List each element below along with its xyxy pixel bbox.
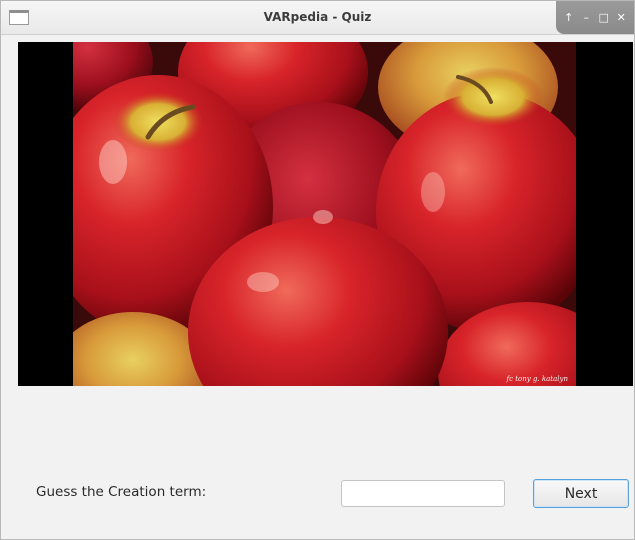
guess-prompt-label: Guess the Creation term: (36, 484, 207, 500)
apples-photo: fc tony g. katalyn (73, 42, 576, 386)
title-bar[interactable]: VARpedia - Quiz ↑ – □ ✕ (1, 1, 634, 35)
apples-illustration (73, 42, 576, 386)
quiz-window: VARpedia - Quiz ↑ – □ ✕ fc tony g. katal… (0, 0, 635, 540)
minimize-icon[interactable]: – (578, 10, 594, 26)
guess-answer-input[interactable] (341, 480, 505, 507)
photo-credit: fc tony g. katalyn (506, 375, 569, 383)
window-controls: ↑ – □ ✕ (556, 1, 634, 34)
next-button[interactable]: Next (533, 479, 629, 508)
close-icon[interactable]: ✕ (613, 10, 629, 26)
window-title: VARpedia - Quiz (263, 10, 372, 24)
quiz-image-panel: fc tony g. katalyn (18, 42, 633, 386)
maximize-icon[interactable]: □ (596, 10, 612, 26)
keep-above-icon[interactable]: ↑ (561, 10, 577, 26)
